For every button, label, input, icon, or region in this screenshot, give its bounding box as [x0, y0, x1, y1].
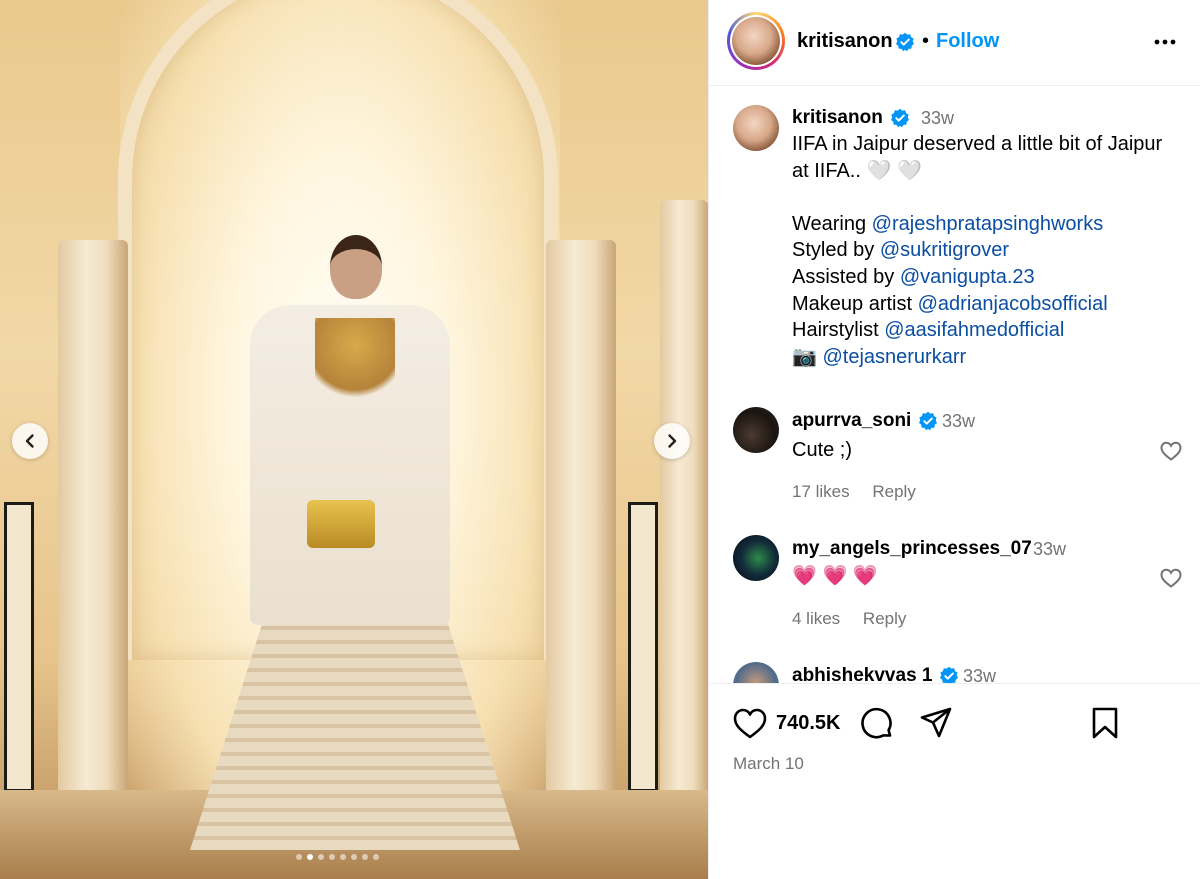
carousel-dot	[340, 854, 346, 860]
carousel-dot	[373, 854, 379, 860]
post-date: March 10	[733, 754, 804, 773]
comment-avatar[interactable]	[733, 407, 779, 453]
post-header: kritisanon • Follow	[709, 0, 1200, 86]
carousel-dot	[307, 854, 313, 860]
necklace	[315, 318, 395, 408]
reply-button[interactable]: Reply	[863, 609, 906, 628]
caption-line-1: IIFA in Jaipur deserved a little bit of …	[792, 133, 1163, 155]
carousel-dot	[329, 854, 335, 860]
comment-username[interactable]: apurrva_soni	[792, 410, 911, 432]
credit-label: Assisted by	[792, 265, 900, 288]
comment-meta: 4 likes Reply	[792, 609, 906, 629]
comment-avatar[interactable]	[733, 662, 779, 683]
comment-likes[interactable]: 4 likes	[792, 609, 840, 628]
next-slide-button[interactable]	[654, 423, 690, 459]
comment-like-heart-icon[interactable]	[1159, 566, 1183, 590]
verified-badge-icon	[919, 411, 937, 431]
comment-username[interactable]: my_angels_princesses_07	[792, 538, 1032, 560]
mention-link[interactable]: @sukritigrover	[880, 239, 1009, 261]
mention-link[interactable]: @adrianjacobsofficial	[918, 293, 1108, 315]
credit-label: Makeup artist	[792, 292, 918, 315]
comment-time: 33w	[963, 666, 997, 683]
caption-credits: Wearing @rajeshpratapsinghworks Styled by…	[792, 211, 1192, 371]
post-author-username[interactable]: kritisanon	[797, 30, 893, 53]
like-heart-icon[interactable]	[732, 706, 768, 740]
comment-likes[interactable]: 17 likes	[792, 482, 850, 501]
caption-avatar[interactable]	[733, 105, 779, 151]
verified-badge-icon	[891, 108, 909, 128]
caption-credit-line: Hairstylist @aasifahmedofficial	[792, 317, 1192, 344]
pillar-right	[546, 240, 616, 840]
credit-label: Styled by	[792, 239, 880, 262]
share-paper-plane-icon[interactable]	[919, 706, 953, 740]
carousel-dot	[318, 854, 324, 860]
caption-credit-line: Makeup artist @adrianjacobsofficial	[792, 291, 1192, 318]
comment-username[interactable]: abhishekvvas 1	[792, 665, 932, 683]
caption-credit-line: Styled by @sukritigrover	[792, 237, 1192, 264]
head	[330, 235, 382, 299]
wall-panel-right	[628, 502, 658, 792]
mention-link[interactable]: @vanigupta.23	[900, 266, 1035, 288]
verified-badge-icon	[940, 666, 958, 683]
carousel-indicator	[296, 854, 379, 860]
caption-credit-line: Assisted by @vanigupta.23	[792, 264, 1192, 291]
comment-time: 33w	[1033, 539, 1067, 559]
carousel-dot	[362, 854, 368, 860]
caption-credit-line: 📷 @tejasnerurkarr	[792, 344, 1192, 371]
chevron-right-icon	[668, 434, 677, 448]
post-actions: 740.5K March 10	[709, 683, 1200, 879]
carousel-dot	[351, 854, 357, 860]
carousel-dot	[296, 854, 302, 860]
mention-link[interactable]: @rajeshpratapsinghworks	[872, 213, 1104, 235]
wall-panel-left	[4, 502, 34, 792]
avatar[interactable]	[727, 12, 785, 70]
pillar-left	[58, 240, 128, 840]
avatar-image	[732, 17, 780, 65]
comment-meta: 17 likes Reply	[792, 482, 916, 502]
like-count[interactable]: 740.5K	[776, 712, 841, 735]
credit-label: Wearing	[792, 212, 872, 235]
previous-slide-button[interactable]	[12, 423, 48, 459]
verified-badge-icon	[896, 32, 914, 52]
post-media[interactable]	[0, 0, 708, 879]
chevron-left-icon	[25, 434, 34, 448]
white-heart-emoji: 🤍 🤍	[866, 159, 922, 182]
follow-button[interactable]: Follow	[936, 30, 999, 53]
reply-button[interactable]: Reply	[872, 482, 915, 501]
comment-bubble-icon[interactable]	[859, 706, 895, 742]
mention-link[interactable]: @aasifahmedofficial	[884, 319, 1064, 341]
credit-label: Hairstylist	[792, 319, 885, 342]
caption-credit-line: Wearing @rajeshpratapsinghworks	[792, 211, 1192, 238]
caption-text: IIFA in Jaipur deserved a little bit of …	[792, 131, 1192, 370]
post-side-panel: kritisanon • Follow kritisanon 33w IIFA …	[708, 0, 1200, 879]
save-bookmark-icon[interactable]	[1091, 706, 1119, 740]
credit-label: 📷	[792, 345, 823, 368]
caption-time: 33w	[921, 108, 955, 128]
caption-username[interactable]: kritisanon	[792, 107, 883, 129]
comment-like-heart-icon[interactable]	[1159, 439, 1183, 463]
comment-text: Cute ;)	[792, 439, 853, 461]
mention-link[interactable]: @tejasnerurkarr	[822, 346, 966, 368]
handbag	[307, 500, 375, 548]
caption-line-2: at IIFA.. 🤍 🤍	[792, 159, 922, 182]
comment-text: 💗 💗 💗	[792, 565, 878, 587]
more-horizontal-icon[interactable]	[1152, 29, 1178, 55]
comment-avatar[interactable]	[733, 535, 779, 581]
person-figure	[180, 230, 530, 860]
comments-section[interactable]: kritisanon 33w IIFA in Jaipur deserved a…	[709, 87, 1200, 683]
pillar-far-right	[660, 200, 708, 800]
comment-time: 33w	[942, 411, 976, 431]
separator-dot: •	[922, 30, 930, 52]
